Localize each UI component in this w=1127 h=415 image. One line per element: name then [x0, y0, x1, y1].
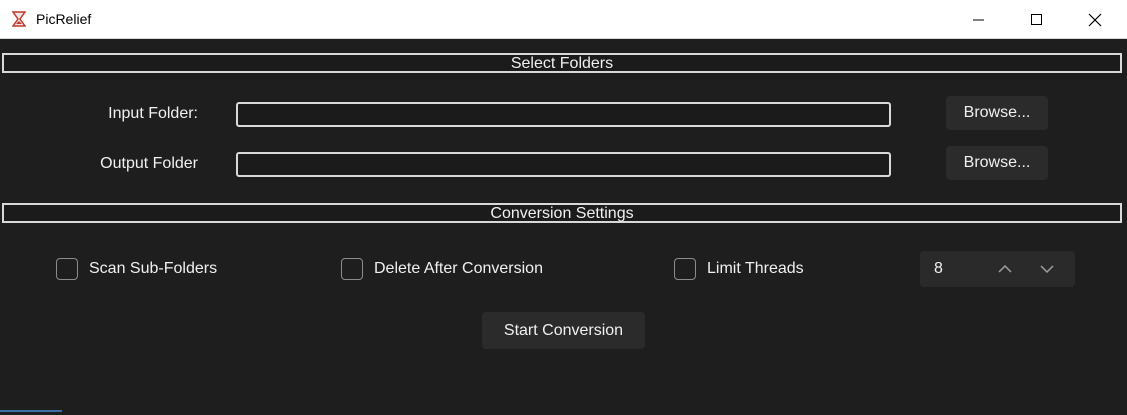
scan-subfolders-checkbox[interactable] — [56, 258, 78, 280]
start-conversion-button[interactable]: Start Conversion — [482, 312, 645, 349]
taskbar-edge — [0, 410, 62, 412]
limit-threads-label: Limit Threads — [707, 260, 804, 277]
minimize-button[interactable] — [956, 0, 1002, 39]
close-icon — [1088, 13, 1102, 26]
limit-threads-checkbox[interactable] — [674, 258, 696, 280]
threads-spinbox: 8 — [920, 251, 1075, 287]
input-folder-label: Input Folder: — [108, 105, 198, 122]
maximize-icon — [1031, 13, 1042, 25]
browse-input-button[interactable]: Browse... — [946, 96, 1048, 130]
delete-after-label: Delete After Conversion — [374, 260, 543, 277]
main-panel: Select Folders Input Folder: Browse... O… — [0, 39, 1127, 415]
browse-output-button[interactable]: Browse... — [946, 146, 1048, 180]
delete-after-checkbox[interactable] — [341, 258, 363, 280]
maximize-button[interactable] — [1014, 0, 1060, 39]
minimize-icon — [973, 19, 984, 20]
title-bar: PicRelief — [0, 0, 1127, 39]
output-folder-label: Output Folder — [100, 155, 198, 172]
window-title: PicRelief — [36, 11, 92, 27]
select-folders-header: Select Folders — [2, 53, 1122, 73]
threads-value[interactable]: 8 — [934, 260, 943, 278]
chevron-up-icon[interactable] — [997, 261, 1013, 277]
hourglass-icon — [12, 11, 26, 27]
close-button[interactable] — [1072, 0, 1118, 39]
output-folder-field[interactable] — [236, 152, 891, 177]
input-folder-field[interactable] — [236, 102, 891, 127]
conversion-settings-header: Conversion Settings — [2, 203, 1122, 223]
scan-subfolders-label: Scan Sub-Folders — [89, 260, 218, 277]
chevron-down-icon[interactable] — [1039, 261, 1055, 277]
